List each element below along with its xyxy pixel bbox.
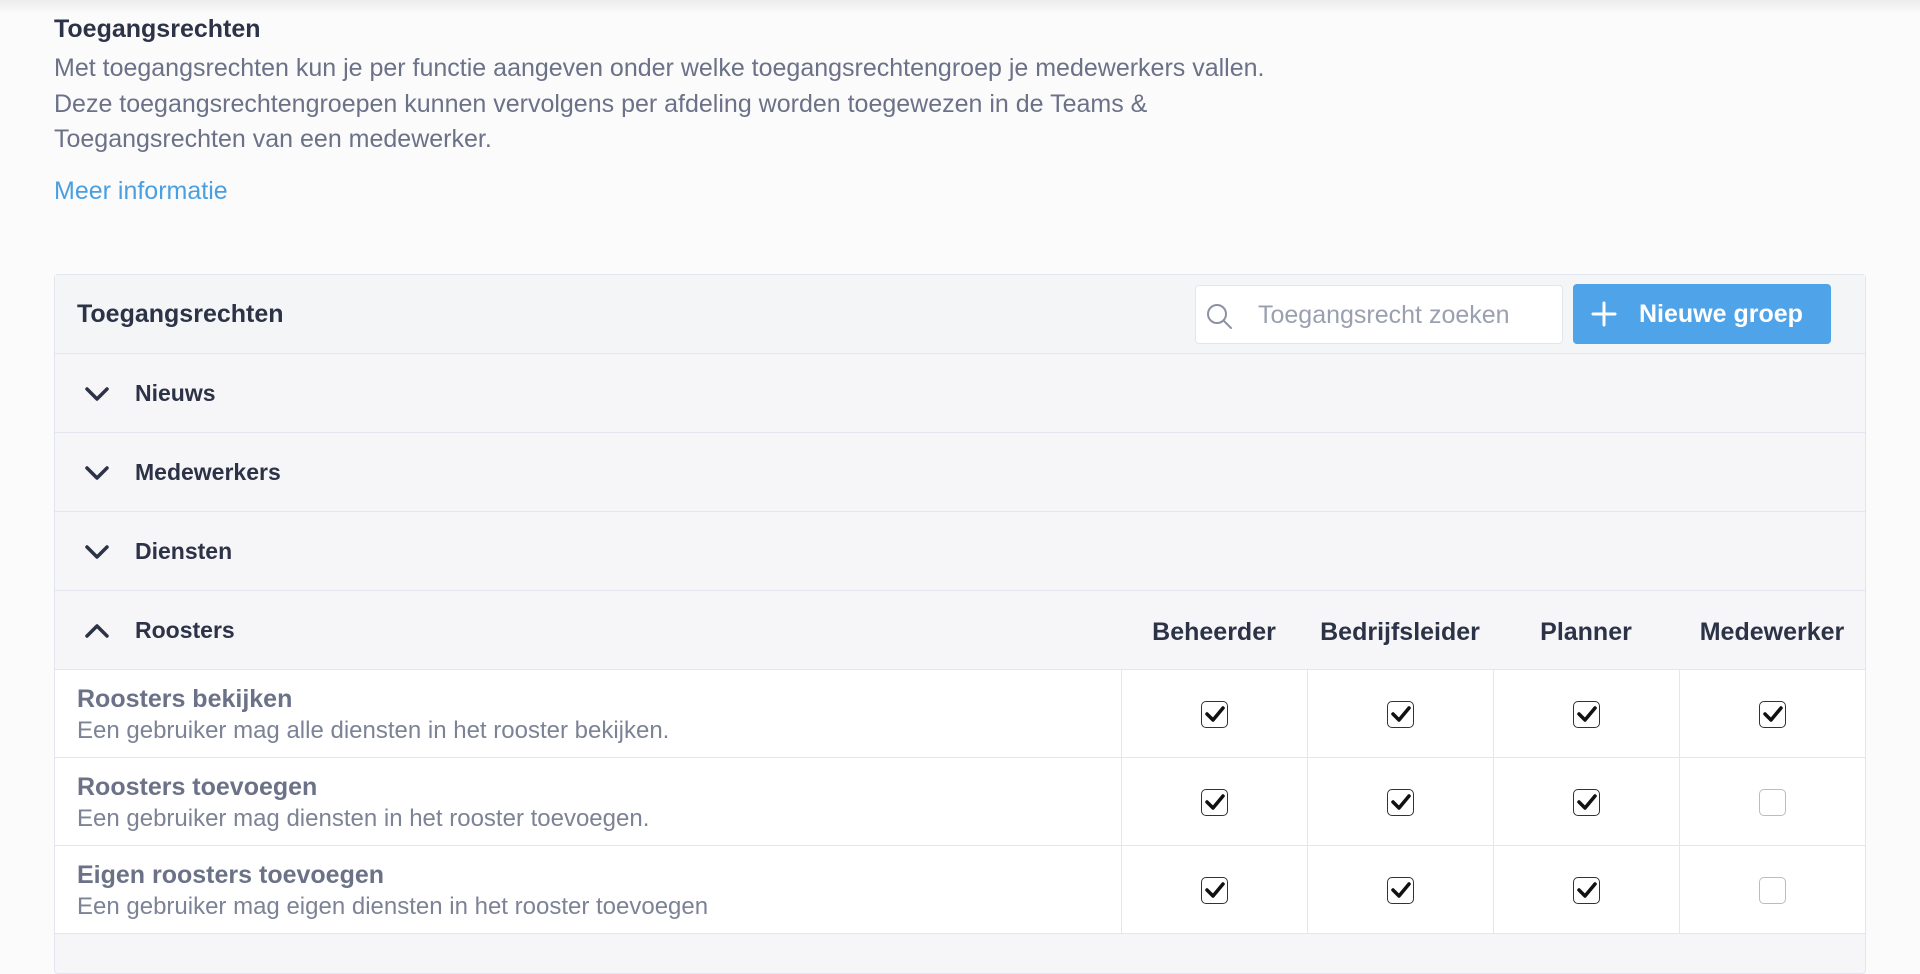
column-header-beheerder: Beheerder bbox=[1152, 618, 1276, 646]
column-header-planner: Planner bbox=[1540, 618, 1632, 646]
panel-title: Toegangsrechten bbox=[77, 300, 284, 328]
check-icon bbox=[1204, 794, 1225, 810]
permission-checkbox[interactable] bbox=[1759, 788, 1786, 816]
permission-cell bbox=[1679, 846, 1865, 934]
column-header-medewerker: Medewerker bbox=[1699, 618, 1845, 646]
permission-title: Roosters toevoegen bbox=[77, 773, 318, 801]
panel-header: Toegangsrechten Nieuwe groep bbox=[55, 275, 1865, 354]
permission-checkbox[interactable] bbox=[1201, 876, 1228, 904]
column-header-bedrijfsleider: Bedrijfsleider bbox=[1320, 618, 1480, 646]
search-icon bbox=[1207, 304, 1232, 329]
permission-cells bbox=[1121, 670, 1865, 758]
check-icon bbox=[1576, 706, 1597, 722]
permission-title: Eigen roosters toevoegen bbox=[77, 861, 385, 889]
permission-cell bbox=[1121, 846, 1307, 934]
section-label: Medewerkers bbox=[135, 459, 281, 485]
check-icon bbox=[1762, 706, 1783, 722]
permission-cells bbox=[1121, 758, 1865, 846]
permission-description: Roosters toevoegen Een gebruiker mag dien… bbox=[77, 771, 1097, 834]
permission-checkbox[interactable] bbox=[1573, 876, 1600, 904]
table-row: Roosters toevoegen Een gebruiker mag dien… bbox=[55, 758, 1865, 846]
section-label: Roosters bbox=[135, 617, 235, 643]
permission-detail: Een gebruiker mag diensten in het rooste… bbox=[77, 805, 650, 832]
section-diensten[interactable]: Diensten bbox=[55, 512, 1865, 591]
new-group-label: Nieuwe groep bbox=[1639, 299, 1803, 328]
check-icon bbox=[1390, 882, 1411, 898]
permission-cells bbox=[1121, 846, 1865, 934]
more-info-link[interactable]: Meer informatie bbox=[54, 174, 228, 208]
permission-detail: Een gebruiker mag eigen diensten in het … bbox=[77, 893, 709, 920]
permission-cell bbox=[1307, 670, 1493, 758]
permission-cell bbox=[1493, 758, 1679, 846]
section-medewerkers[interactable]: Medewerkers bbox=[55, 433, 1865, 512]
section-label: Nieuws bbox=[135, 380, 216, 406]
check-icon bbox=[1576, 882, 1597, 898]
permission-rows: Roosters bekijken Een gebruiker mag alle … bbox=[55, 670, 1865, 934]
permission-checkbox[interactable] bbox=[1387, 700, 1414, 728]
plus-icon bbox=[1591, 301, 1617, 327]
permission-title: Roosters bekijken bbox=[77, 685, 293, 713]
section-roosters[interactable]: Roosters Beheerder Bedrijfsleider Planne… bbox=[55, 591, 1865, 670]
chevron-down-icon bbox=[85, 387, 109, 401]
permission-cell bbox=[1679, 670, 1865, 758]
permission-checkbox[interactable] bbox=[1201, 788, 1228, 816]
permission-checkbox[interactable] bbox=[1573, 788, 1600, 816]
search-input[interactable] bbox=[1258, 296, 1548, 334]
page-description: Met toegangsrechten kun je per functie a… bbox=[54, 54, 1265, 153]
check-icon bbox=[1204, 882, 1225, 898]
permission-detail: Een gebruiker mag alle diensten in het r… bbox=[77, 717, 670, 744]
permission-cell bbox=[1121, 758, 1307, 846]
chevron-down-icon bbox=[85, 466, 109, 480]
permission-cell bbox=[1679, 758, 1865, 846]
permission-cell bbox=[1307, 846, 1493, 934]
permission-cell bbox=[1121, 670, 1307, 758]
intro: Toegangsrechten Met toegangsrechten kun … bbox=[54, 12, 1294, 208]
column-headers: Beheerder Bedrijfsleider Planner Medewer… bbox=[1121, 591, 1865, 670]
search-box[interactable] bbox=[1195, 285, 1563, 344]
permissions-panel: Toegangsrechten Nieuwe groep Nieuws Mede… bbox=[54, 274, 1866, 974]
permission-checkbox[interactable] bbox=[1759, 700, 1786, 728]
check-icon bbox=[1576, 794, 1597, 810]
section-label: Diensten bbox=[135, 538, 233, 564]
chevron-down-icon bbox=[85, 545, 109, 559]
check-icon bbox=[1390, 706, 1411, 722]
permission-cell bbox=[1493, 670, 1679, 758]
permission-checkbox[interactable] bbox=[1201, 700, 1228, 728]
permission-description: Roosters bekijken Een gebruiker mag alle … bbox=[77, 683, 1097, 746]
check-icon bbox=[1204, 706, 1225, 722]
table-row: Eigen roosters toevoegen Een gebruiker ma… bbox=[55, 846, 1865, 934]
page-title: Toegangsrechten bbox=[54, 15, 261, 43]
permission-checkbox[interactable] bbox=[1387, 788, 1414, 816]
permission-description: Eigen roosters toevoegen Een gebruiker ma… bbox=[77, 859, 1097, 922]
permission-cell bbox=[1307, 758, 1493, 846]
permission-checkbox[interactable] bbox=[1573, 700, 1600, 728]
new-group-button[interactable]: Nieuwe groep bbox=[1573, 284, 1831, 344]
chevron-up-icon bbox=[85, 624, 109, 638]
permission-checkbox[interactable] bbox=[1759, 876, 1786, 904]
permission-cell bbox=[1493, 846, 1679, 934]
table-row: Roosters bekijken Een gebruiker mag alle … bbox=[55, 670, 1865, 758]
permission-checkbox[interactable] bbox=[1387, 876, 1414, 904]
check-icon bbox=[1390, 794, 1411, 810]
section-nieuws[interactable]: Nieuws bbox=[55, 354, 1865, 433]
